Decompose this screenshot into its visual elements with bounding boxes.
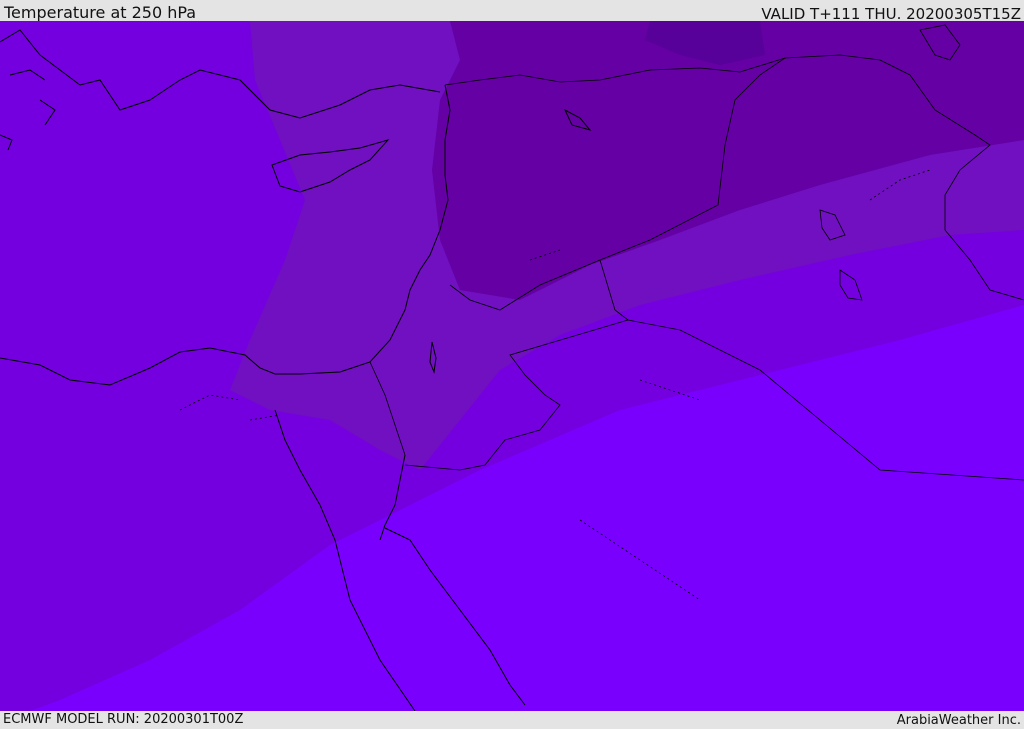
provider-label: ArabiaWeather Inc. xyxy=(896,713,1021,728)
footer-bar: ECMWF MODEL RUN: 20200301T00Z ArabiaWeat… xyxy=(0,711,1024,729)
map-canvas xyxy=(0,21,1024,711)
model-run-label: ECMWF MODEL RUN: 20200301T00Z xyxy=(3,712,244,727)
map-title: Temperature at 250 hPa xyxy=(4,3,197,22)
header-bar: Temperature at 250 hPa VALID T+111 THU. … xyxy=(0,0,1024,23)
weather-map[interactable] xyxy=(0,21,1024,711)
